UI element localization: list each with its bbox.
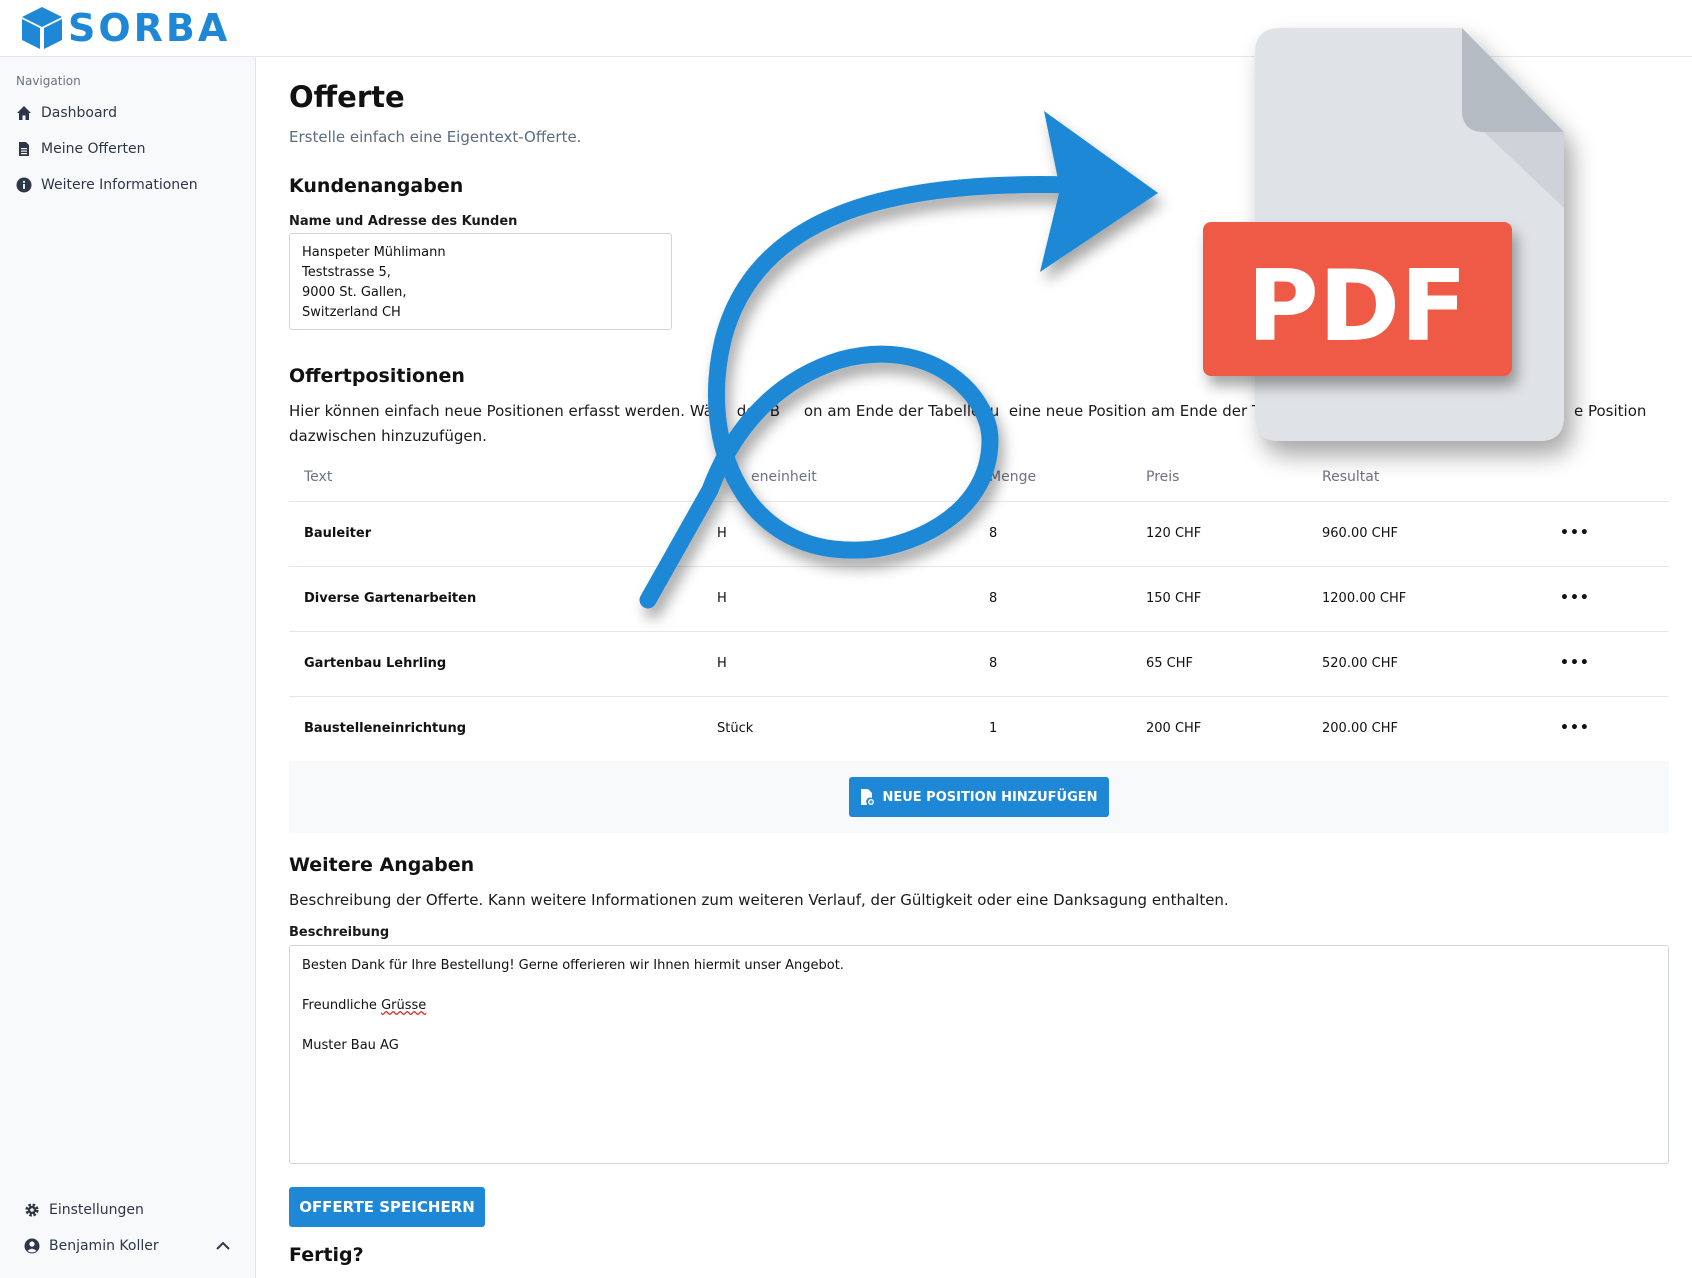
description-line: Besten Dank für Ihre Bestellung! Gerne o…	[302, 958, 844, 973]
cell-qty: 8	[989, 656, 998, 671]
cell-qty: 8	[989, 591, 998, 606]
cell-unit: H	[717, 591, 727, 606]
sidebar-item-label: Einstellungen	[49, 1202, 144, 1218]
sidebar-item-label: Weitere Informationen	[41, 177, 198, 193]
positions-intro-line2: dazwischen hinzuzufügen.	[289, 427, 487, 445]
row-actions-button[interactable]: •••	[1560, 525, 1590, 541]
positions-intro-line1: Hier können einfach neue Positionen erfa…	[289, 402, 1287, 420]
customer-line: Hanspeter Mühlimann	[302, 245, 446, 260]
cell-unit: H	[717, 526, 727, 541]
home-icon	[16, 105, 32, 121]
customer-line: Teststrasse 5,	[302, 265, 391, 280]
table-row: Diverse Gartenarbeiten H 8 150 CHF 1200.…	[289, 567, 1669, 632]
sidebar-item-dashboard[interactable]: Dashboard	[16, 101, 117, 125]
description-text: Freundliche	[302, 998, 382, 1013]
user-name: Benjamin Koller	[49, 1238, 159, 1254]
table-footer: NEUE POSITION HINZUFÜGEN	[289, 761, 1669, 833]
column-header: Me eneinheit	[717, 469, 817, 485]
section-title-kundenangaben: Kundenangaben	[289, 175, 464, 197]
customer-line: Switzerland CH	[302, 305, 401, 320]
description-line: Muster Bau AG	[302, 1038, 399, 1053]
row-actions-button[interactable]: •••	[1560, 655, 1590, 671]
sidebar-item-weitere-informationen[interactable]: Weitere Informationen	[16, 173, 198, 197]
brand-logo[interactable]: SORBA	[22, 6, 230, 50]
table-row: Baustelleneinrichtung Stück 1 200 CHF 20…	[289, 697, 1669, 762]
column-header: Menge	[989, 469, 1037, 485]
cell-result: 960.00 CHF	[1322, 526, 1398, 541]
page-subtitle: Erstelle einfach eine Eigentext-Offerte.	[289, 128, 582, 146]
section-title-fertig: Fertig?	[289, 1244, 364, 1266]
customer-line: 9000 St. Gallen,	[302, 285, 407, 300]
cell-price: 200 CHF	[1146, 721, 1202, 736]
cell-text: Diverse Gartenarbeiten	[304, 591, 477, 606]
chevron-up-icon[interactable]	[214, 1237, 232, 1255]
description-field-label: Beschreibung	[289, 925, 390, 940]
row-actions-button[interactable]: •••	[1560, 590, 1590, 606]
sidebar-item-meine-offerten[interactable]: Meine Offerten	[16, 137, 146, 161]
cube-logo-icon	[22, 7, 62, 49]
sidebar: Navigation Dashboard Meine Offerten Weit…	[0, 57, 256, 1278]
pdf-document-icon	[1255, 28, 1564, 441]
cell-result: 1200.00 CHF	[1322, 591, 1407, 606]
top-bar: SORBA	[0, 0, 1692, 57]
cell-text: Gartenbau Lehrling	[304, 656, 447, 671]
page-title: Offerte	[289, 80, 405, 114]
sidebar-item-einstellungen[interactable]: Einstellungen	[24, 1198, 144, 1222]
cell-qty: 1	[989, 721, 998, 736]
table-header: Text Me eneinheit Menge Preis Resultat	[289, 454, 1669, 502]
column-header: Text	[304, 469, 333, 485]
description-line: Freundliche Grüsse	[302, 996, 1656, 1016]
cell-result: 520.00 CHF	[1322, 656, 1398, 671]
file-add-icon	[860, 789, 875, 805]
customer-address-textarea[interactable]: Hanspeter Mühlimann Teststrasse 5, 9000 …	[289, 233, 672, 330]
pdf-badge: PDF	[1203, 222, 1512, 376]
brand-name: SORBA	[68, 6, 231, 50]
table-row: Bauleiter H 8 120 CHF 960.00 CHF •••	[289, 502, 1669, 567]
table-row: Gartenbau Lehrling H 8 65 CHF 520.00 CHF…	[289, 632, 1669, 697]
pdf-badge-text: PDF	[1247, 250, 1467, 364]
row-actions-button[interactable]: •••	[1560, 720, 1590, 736]
sidebar-item-label: Dashboard	[41, 105, 117, 121]
add-position-button[interactable]: NEUE POSITION HINZUFÜGEN	[849, 777, 1109, 817]
more-intro: Beschreibung der Offerte. Kann weitere I…	[289, 891, 1229, 909]
positions-intro-line1-tail: e Position	[1574, 402, 1647, 420]
gear-icon	[24, 1202, 40, 1218]
customer-field-label: Name und Adresse des Kunden	[289, 214, 518, 229]
info-icon	[16, 177, 32, 193]
cell-qty: 8	[989, 526, 998, 541]
cell-price: 65 CHF	[1146, 656, 1194, 671]
nav-heading: Navigation	[16, 74, 81, 88]
section-title-offertpositionen: Offertpositionen	[289, 365, 465, 387]
section-title-weitere-angaben: Weitere Angaben	[289, 854, 475, 876]
cell-price: 120 CHF	[1146, 526, 1202, 541]
description-textarea[interactable]: Besten Dank für Ihre Bestellung! Gerne o…	[289, 945, 1669, 1164]
sidebar-item-label: Meine Offerten	[41, 141, 146, 157]
user-menu[interactable]: Benjamin Koller	[24, 1234, 159, 1258]
column-header: Preis	[1146, 469, 1180, 485]
cell-unit: H	[717, 656, 727, 671]
cell-text: Bauleiter	[304, 526, 372, 541]
spellcheck-word: Grüsse	[381, 998, 427, 1013]
cell-text: Baustelleneinrichtung	[304, 721, 467, 736]
add-position-label: NEUE POSITION HINZUFÜGEN	[882, 789, 1098, 805]
document-icon	[16, 141, 32, 157]
user-icon	[24, 1238, 40, 1254]
cell-unit: Stück	[717, 721, 754, 736]
cell-result: 200.00 CHF	[1322, 721, 1398, 736]
column-header: Resultat	[1322, 469, 1380, 485]
save-offer-button[interactable]: OFFERTE SPEICHERN	[289, 1187, 485, 1227]
cell-price: 150 CHF	[1146, 591, 1202, 606]
